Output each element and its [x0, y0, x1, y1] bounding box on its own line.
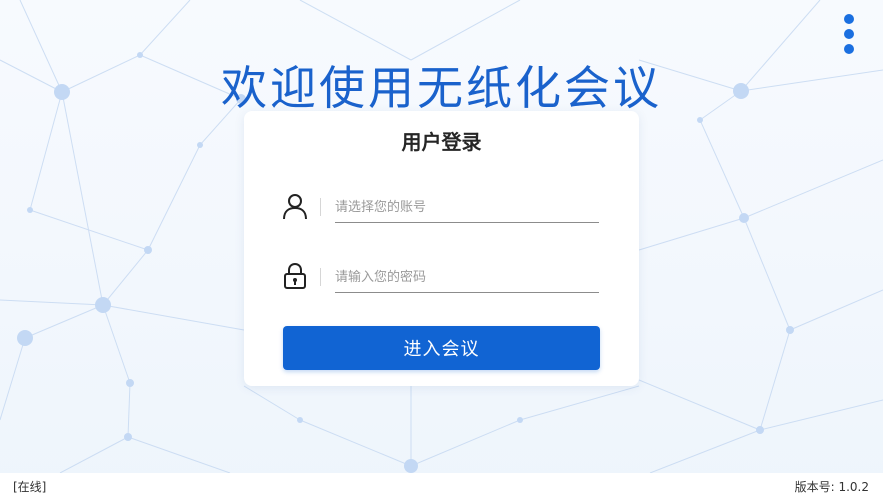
enter-meeting-button[interactable]: 进入会议 [283, 326, 600, 370]
lock-icon [284, 262, 306, 289]
password-field-separator [320, 268, 321, 286]
password-input[interactable] [335, 262, 599, 293]
user-icon [283, 194, 307, 220]
more-vertical-icon-dot [844, 29, 854, 39]
welcome-title: 欢迎使用无纸化会议 [221, 60, 662, 115]
more-vertical-icon [844, 14, 854, 24]
login-title: 用户登录 [401, 130, 482, 154]
account-field-separator [320, 198, 321, 216]
account-select-input[interactable] [335, 192, 599, 223]
more-vertical-icon-dot [844, 44, 854, 54]
status-bar: [在线] 版本号: 1.0.2 [0, 473, 883, 497]
online-status: [在线] [13, 480, 47, 494]
more-menu-button[interactable] [837, 12, 861, 56]
login-screen: 欢迎使用无纸化会议 用户登录 进入会议 [在线] 版本号: 1.0.2 [0, 0, 883, 497]
version-label: 版本号: 1.0.2 [794, 480, 869, 494]
